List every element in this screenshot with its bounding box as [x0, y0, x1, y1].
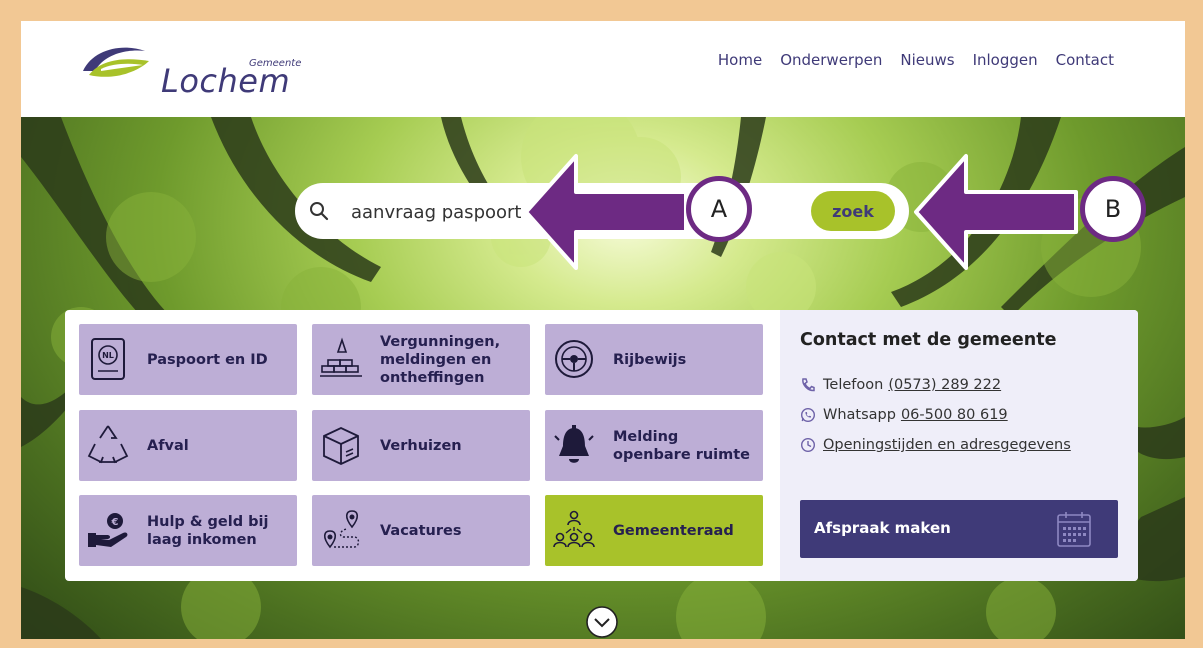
main-nav: Home Onderwerpen Nieuws Inloggen Contact [718, 51, 1114, 69]
svg-text:€: € [111, 517, 119, 528]
phone-icon [802, 378, 815, 392]
tile-vacatures[interactable]: Vacatures [312, 495, 530, 566]
contact-title: Contact met de gemeente [800, 330, 1057, 350]
calendar-icon [1057, 512, 1091, 547]
contact-box: Contact met de gemeente Telefoon (0573) … [780, 310, 1138, 581]
whatsapp-label: Whatsapp [823, 407, 896, 423]
moving-box-icon [323, 427, 359, 465]
tile-label: Paspoort en ID [147, 351, 268, 368]
opening-hours-link[interactable]: Openingstijden en adresgegevens [823, 437, 1071, 453]
site-header: Gemeente Lochem Home Onderwerpen Nieuws … [21, 21, 1185, 117]
tile-label: Vacatures [380, 522, 462, 539]
logo-name: Lochem [161, 62, 291, 100]
tile-paspoort[interactable]: NL Paspoort en ID [79, 324, 297, 395]
tile-label: Afval [147, 437, 189, 454]
nav-home[interactable]: Home [718, 51, 762, 69]
contact-hours-row: Openingstijden en adresgegevens [800, 434, 1071, 456]
appointment-label: Afspraak maken [814, 519, 951, 537]
annotation-arrow-b [914, 154, 1078, 270]
bell-icon [554, 425, 594, 463]
nav-onderwerpen[interactable]: Onderwerpen [780, 51, 882, 69]
whatsapp-link[interactable]: 06-500 80 619 [901, 407, 1008, 423]
tile-afval[interactable]: Afval [79, 410, 297, 481]
annotation-badge-a: A [686, 176, 752, 242]
site-logo[interactable]: Gemeente Lochem [79, 39, 301, 100]
annotation-badge-b: B [1080, 176, 1146, 242]
tile-hulp-geld[interactable]: € Hulp & geld bij laag inkomen [79, 495, 297, 566]
browser-viewport: Gemeente Lochem Home Onderwerpen Nieuws … [21, 21, 1185, 639]
tile-rijbewijs[interactable]: Rijbewijs [545, 324, 763, 395]
annotation-arrow-a [524, 154, 688, 270]
tile-label: Rijbewijs [613, 351, 687, 368]
tile-label: Hulp & geld bij laag inkomen [147, 513, 269, 548]
tile-melding[interactable]: Melding openbare ruimte [545, 410, 763, 481]
passport-icon: NL [91, 338, 125, 380]
chevron-down-icon[interactable] [585, 605, 619, 639]
clock-icon [800, 437, 816, 453]
nav-inloggen[interactable]: Inloggen [973, 51, 1038, 69]
search-icon [310, 202, 329, 221]
lochem-swoosh-logo-icon [83, 47, 149, 77]
phone-link[interactable]: (0573) 289 222 [888, 377, 1001, 393]
nav-nieuws[interactable]: Nieuws [900, 51, 954, 69]
tile-verhuizen[interactable]: Verhuizen [312, 410, 530, 481]
tile-vergunningen[interactable]: Vergunningen, meldingen en ontheffingen [312, 324, 530, 395]
search-button[interactable]: zoek [811, 191, 895, 231]
steering-wheel-icon [555, 340, 593, 378]
construction-icon [320, 337, 362, 377]
recycle-icon [87, 425, 129, 464]
phone-label: Telefoon [823, 377, 884, 393]
route-pins-icon [323, 510, 360, 549]
tile-label: Melding openbare ruimte [613, 428, 751, 463]
council-people-icon [553, 510, 595, 548]
services-panel: NL Paspoort en ID Vergunningen, meldinge… [65, 310, 1138, 581]
svg-text:NL: NL [102, 351, 114, 360]
whatsapp-icon [800, 407, 816, 423]
contact-whatsapp-row: Whatsapp 06-500 80 619 [800, 404, 1008, 426]
tile-gemeenteraad[interactable]: Gemeenteraad [545, 495, 763, 566]
tile-label: Gemeenteraad [613, 522, 734, 539]
contact-phone-row: Telefoon (0573) 289 222 [800, 374, 1001, 396]
tile-label: Verhuizen [380, 437, 462, 454]
nav-contact[interactable]: Contact [1056, 51, 1114, 69]
appointment-button[interactable]: Afspraak maken [800, 500, 1118, 558]
tile-label: Vergunningen, meldingen en ontheffingen [380, 333, 501, 386]
hand-coin-icon: € [88, 513, 128, 547]
